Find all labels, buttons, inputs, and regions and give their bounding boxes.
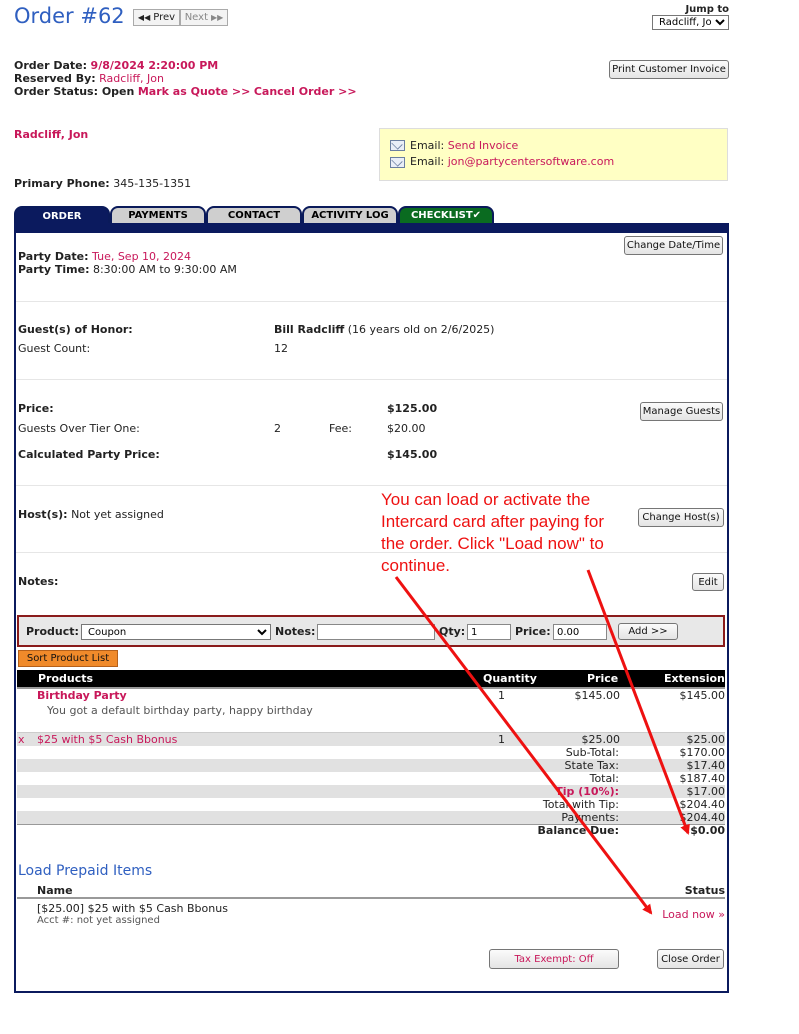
annotation-arrows bbox=[394, 569, 690, 915]
arrow-to-balance bbox=[586, 569, 690, 835]
arrow-to-load-now bbox=[394, 576, 653, 915]
